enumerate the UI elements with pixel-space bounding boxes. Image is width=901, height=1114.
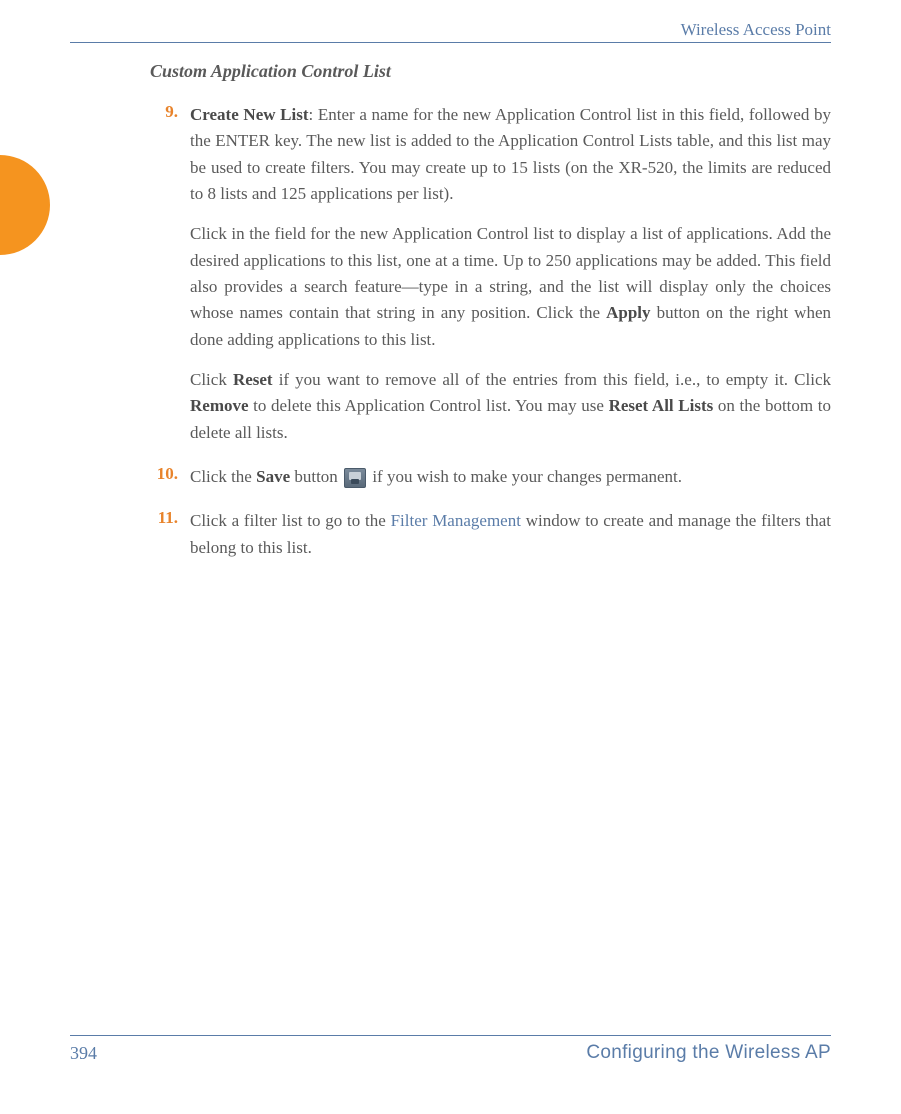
list-number: 9. — [150, 102, 190, 446]
page-container: Wireless Access Point Custom Application… — [0, 0, 901, 1114]
bold-text: Create New List — [190, 105, 309, 124]
list-body: Click a filter list to go to the Filter … — [190, 508, 831, 561]
page-header: Wireless Access Point — [70, 20, 831, 43]
header-title: Wireless Access Point — [681, 20, 831, 39]
bold-text: Remove — [190, 396, 249, 415]
paragraph: Click Reset if you want to remove all of… — [190, 367, 831, 446]
text: button — [290, 467, 342, 486]
save-icon — [344, 468, 366, 488]
paragraph: Click a filter list to go to the Filter … — [190, 508, 831, 561]
list-number: 11. — [150, 508, 190, 561]
bold-text: Reset All Lists — [609, 396, 714, 415]
section-title: Custom Application Control List — [150, 61, 831, 82]
paragraph: Click in the field for the new Applicati… — [190, 221, 831, 353]
link-text[interactable]: Filter Management — [391, 511, 521, 530]
text: if you want to remove all of the entries… — [273, 370, 831, 389]
text: Click — [190, 370, 233, 389]
bold-text: Reset — [233, 370, 273, 389]
text: to delete this Application Control list.… — [249, 396, 609, 415]
paragraph: Create New List: Enter a name for the ne… — [190, 102, 831, 207]
page-number: 394 — [70, 1043, 97, 1064]
list-body: Create New List: Enter a name for the ne… — [190, 102, 831, 446]
bold-text: Apply — [606, 303, 650, 322]
list-number: 10. — [150, 464, 190, 490]
list-item: 9.Create New List: Enter a name for the … — [150, 102, 831, 446]
text: Click a filter list to go to the — [190, 511, 391, 530]
text: Click the — [190, 467, 256, 486]
footer-section-name: Configuring the Wireless AP — [586, 1042, 831, 1064]
text: if you wish to make your changes permane… — [368, 467, 682, 486]
list-body: Click the Save button if you wish to mak… — [190, 464, 831, 490]
paragraph: Click the Save button if you wish to mak… — [190, 464, 831, 490]
bold-text: Save — [256, 467, 290, 486]
content-list: 9.Create New List: Enter a name for the … — [150, 102, 831, 1035]
page-footer: 394 Configuring the Wireless AP — [70, 1035, 831, 1064]
list-item: 11.Click a filter list to go to the Filt… — [150, 508, 831, 561]
list-item: 10.Click the Save button if you wish to … — [150, 464, 831, 490]
